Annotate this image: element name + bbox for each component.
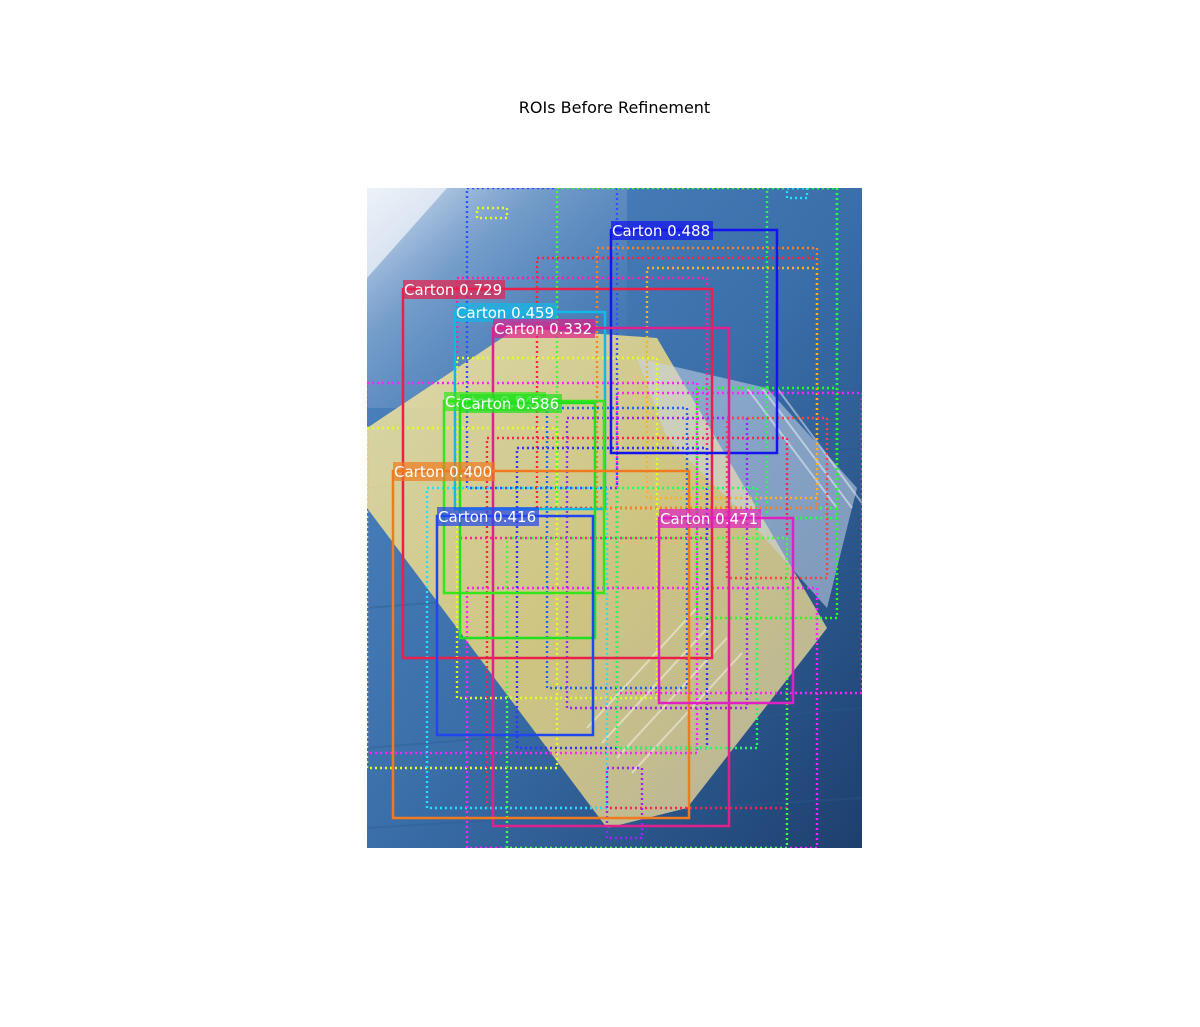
detection-box xyxy=(442,399,606,595)
detection-label: Carton 0.471 xyxy=(660,510,758,528)
detection-label: Carton 0.416 xyxy=(438,508,536,526)
detection-label: Carton 0.400 xyxy=(394,463,492,481)
figure-title: ROIs Before Refinement xyxy=(518,98,711,117)
detection-image: Carton 0.729 Carton 0.488 Carton 0.459 Cart… xyxy=(367,188,862,848)
roi-overlay: Carton 0.729Carton 0.488Carton 0.459Cart… xyxy=(367,188,862,848)
proposal-box xyxy=(475,206,509,220)
detection-label: Carton 0.586 xyxy=(461,395,559,413)
detection-box xyxy=(657,516,795,705)
detection-box xyxy=(609,228,779,455)
detection-label: Carton 0.488 xyxy=(612,222,710,240)
proposal-box xyxy=(785,188,809,200)
detection-label: Carton 0.332 xyxy=(494,320,592,338)
detection-label: Carton 0.729 xyxy=(404,281,502,299)
proposal-box xyxy=(605,766,644,840)
